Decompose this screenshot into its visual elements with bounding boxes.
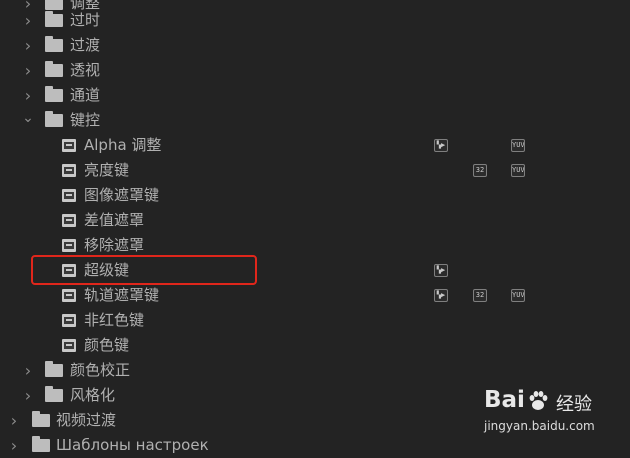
effect-item[interactable]: 颜色键 — [0, 333, 630, 358]
chevron-right-icon[interactable]: › — [22, 358, 34, 383]
folder-icon — [45, 111, 63, 127]
chevron-right-icon[interactable]: › — [22, 8, 34, 33]
item-label: 颜色键 — [84, 336, 130, 354]
item-label: 过渡 — [70, 36, 101, 54]
item-label: Alpha 调整 — [84, 136, 162, 154]
effect-icon — [62, 164, 76, 177]
folder-item[interactable]: › 透视 — [0, 58, 630, 83]
item-label: 通道 — [70, 86, 101, 104]
effect-item[interactable]: 图像遮罩键 — [0, 183, 630, 208]
chevron-right-icon[interactable]: › — [22, 58, 34, 83]
item-label: 超级键 — [84, 261, 130, 279]
accelerated-badge-icon: ▚▶ — [434, 289, 448, 302]
folder-icon — [45, 361, 63, 377]
item-label: 透视 — [70, 61, 101, 79]
chevron-right-icon[interactable]: › — [22, 33, 34, 58]
folder-item[interactable]: › 视频过渡 — [0, 408, 630, 433]
effect-item[interactable]: 轨道遮罩键 ▚▶ 32 YUV — [0, 283, 630, 308]
item-label: 移除遮罩 — [84, 236, 145, 254]
item-label: 键控 — [70, 111, 101, 129]
effect-item[interactable]: 差值遮罩 — [0, 208, 630, 233]
item-label: 图像遮罩键 — [84, 186, 160, 204]
folder-item[interactable]: › 通道 — [0, 83, 630, 108]
yuv-badge-icon: YUV — [511, 139, 525, 152]
effect-icon — [62, 189, 76, 202]
item-label: 颜色校正 — [70, 361, 131, 379]
effect-item[interactable]: Alpha 调整 ▚▶ YUV — [0, 133, 630, 158]
effect-icon — [62, 339, 76, 352]
effect-icon — [62, 264, 76, 277]
item-label: 轨道遮罩键 — [84, 286, 160, 304]
item-label: Шаблоны настроек — [56, 436, 209, 454]
folder-item[interactable]: › 过时 — [0, 8, 630, 33]
folder-icon — [45, 11, 63, 27]
accelerated-badge-icon: ▚▶ — [434, 139, 448, 152]
32bit-badge-icon: 32 — [473, 289, 487, 302]
chevron-right-icon[interactable]: › — [22, 83, 34, 108]
folder-icon — [45, 36, 63, 52]
folder-icon — [45, 61, 63, 77]
chevron-right-icon[interactable]: › — [22, 383, 34, 408]
folder-item[interactable]: › 过渡 — [0, 33, 630, 58]
item-label: 过时 — [70, 11, 101, 29]
folder-icon — [45, 386, 63, 402]
effect-icon — [62, 314, 76, 327]
item-label: 差值遮罩 — [84, 211, 145, 229]
effect-icon — [62, 289, 76, 302]
item-label: 视频过渡 — [56, 411, 117, 429]
effects-tree: › 调整 › 过时 › 过渡 › 透视 › 通道 ⌄ 键控 Alpha 调整 ▚▶ YUV 亮度键 32 YUV 图… — [0, 0, 630, 455]
chevron-down-icon[interactable]: ⌄ — [22, 106, 34, 131]
folder-item[interactable]: ⌄ 键控 — [0, 108, 630, 133]
effect-icon — [62, 214, 76, 227]
chevron-right-icon[interactable]: › — [8, 408, 20, 433]
yuv-badge-icon: YUV — [511, 289, 525, 302]
effect-item[interactable]: 非红色键 — [0, 308, 630, 333]
yuv-badge-icon: YUV — [511, 164, 525, 177]
folder-item[interactable]: › 风格化 — [0, 383, 630, 408]
folder-item[interactable]: › Шаблоны настроек — [0, 433, 630, 458]
effect-item[interactable]: 超级键 ▚▶ — [0, 258, 630, 283]
effect-item[interactable]: 亮度键 32 YUV — [0, 158, 630, 183]
folder-icon — [45, 86, 63, 102]
folder-icon — [32, 411, 50, 427]
effect-item[interactable]: 移除遮罩 — [0, 233, 630, 258]
effect-icon — [62, 239, 76, 252]
item-label: 非红色键 — [84, 311, 145, 329]
item-label: 风格化 — [70, 386, 116, 404]
32bit-badge-icon: 32 — [473, 164, 487, 177]
item-label: 亮度键 — [84, 161, 130, 179]
preset-folder-icon — [32, 436, 50, 452]
chevron-right-icon[interactable]: › — [8, 433, 20, 458]
effect-icon — [62, 139, 76, 152]
accelerated-badge-icon: ▚▶ — [434, 264, 448, 277]
folder-item[interactable]: › 颜色校正 — [0, 358, 630, 383]
